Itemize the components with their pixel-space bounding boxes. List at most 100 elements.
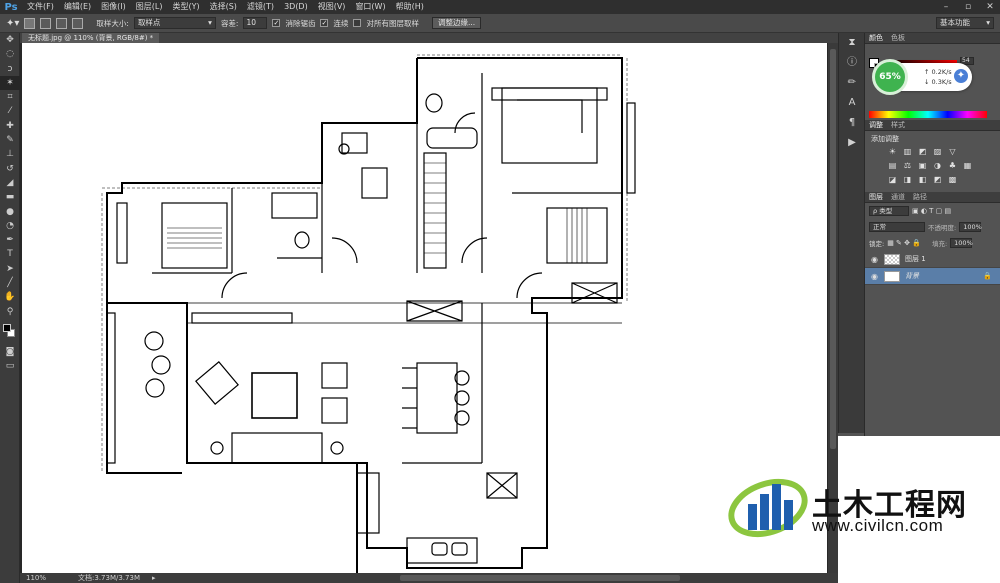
opacity-input[interactable]: 100% xyxy=(959,222,982,232)
blend-mode-select[interactable]: 正常 xyxy=(869,222,925,232)
brush-panel-icon[interactable]: ✏ xyxy=(839,73,865,93)
dodge-tool-icon[interactable]: ◔ xyxy=(0,219,20,233)
menu-edit[interactable]: 编辑(E) xyxy=(59,0,96,14)
antialias-checkbox[interactable]: ✓ xyxy=(272,19,281,27)
gradient-map-icon[interactable]: ▩ xyxy=(947,174,958,185)
healing-tool-icon[interactable]: ✚ xyxy=(0,119,20,133)
history-panel-icon[interactable]: ⧗ xyxy=(839,33,865,53)
sample-size-select[interactable]: 取样点 ▾ xyxy=(133,17,216,29)
menu-help[interactable]: 帮助(H) xyxy=(391,0,429,14)
hue-saturation-icon[interactable]: ▤ xyxy=(887,160,898,171)
marquee-tool-icon[interactable]: ◌ xyxy=(0,47,20,61)
type-tool-icon[interactable]: T xyxy=(0,247,20,261)
menu-image[interactable]: 图像(I) xyxy=(96,0,131,14)
workspace-select[interactable]: 基本功能 ▾ xyxy=(936,17,994,29)
crop-tool-icon[interactable]: ⌗ xyxy=(0,90,20,104)
zoom-tool-icon[interactable]: ⚲ xyxy=(0,305,20,319)
vibrance-icon[interactable]: ▽ xyxy=(947,146,958,157)
layer-row[interactable]: ◉ 图层 1 xyxy=(865,251,1000,268)
color-balance-icon[interactable]: ⚖ xyxy=(902,160,913,171)
blur-tool-icon[interactable]: ● xyxy=(0,205,20,219)
gradient-tool-icon[interactable]: ▬ xyxy=(0,190,20,204)
levels-icon[interactable]: ▥ xyxy=(902,146,913,157)
paragraph-panel-icon[interactable]: ¶ xyxy=(839,113,865,133)
all-layers-checkbox[interactable] xyxy=(353,19,362,27)
eyedropper-tool-icon[interactable]: ⁄ xyxy=(0,104,20,118)
eraser-tool-icon[interactable]: ◢ xyxy=(0,176,20,190)
tab-swatches[interactable]: 色板 xyxy=(891,33,905,43)
character-panel-icon[interactable]: A xyxy=(839,93,865,113)
contiguous-checkbox[interactable]: ✓ xyxy=(320,19,329,27)
vertical-scroll-thumb[interactable] xyxy=(830,49,836,449)
exposure-icon[interactable]: ▨ xyxy=(932,146,943,157)
screen-mode-icon[interactable]: ▭ xyxy=(0,359,20,373)
brightness-icon[interactable]: ☀ xyxy=(887,146,898,157)
subtract-selection-icon[interactable] xyxy=(56,17,68,29)
lock-icons[interactable]: ▦ ✎ ✥ 🔒 xyxy=(887,239,921,247)
color-spectrum[interactable] xyxy=(869,111,987,118)
menu-file[interactable]: 文件(F) xyxy=(22,0,59,14)
menu-window[interactable]: 窗口(W) xyxy=(350,0,390,14)
history-brush-icon[interactable]: ↺ xyxy=(0,162,20,176)
selective-color-icon[interactable]: ◩ xyxy=(932,174,943,185)
lasso-tool-icon[interactable]: ↄ xyxy=(0,62,20,76)
canvas-area[interactable] xyxy=(20,43,838,573)
magic-wand-icon[interactable]: ✦▾ xyxy=(6,18,19,29)
refine-edge-button[interactable]: 调整边缘... xyxy=(431,17,482,29)
filter-icons[interactable]: ▣ ◐ T ▢ ▤ xyxy=(912,207,951,215)
brush-tool-icon[interactable]: ✎ xyxy=(0,133,20,147)
invert-icon[interactable]: ◪ xyxy=(887,174,898,185)
tab-styles[interactable]: 样式 xyxy=(891,120,905,130)
menu-view[interactable]: 视图(V) xyxy=(313,0,351,14)
layer-row-selected[interactable]: ◉ 背景 🔒 xyxy=(865,268,1000,285)
quick-mask-icon[interactable]: ◙ xyxy=(0,345,20,359)
kind-filter-select[interactable]: ρ 类型 xyxy=(869,206,909,216)
photo-filter-icon[interactable]: ◑ xyxy=(932,160,943,171)
menu-3d[interactable]: 3D(D) xyxy=(279,0,313,14)
curves-icon[interactable]: ◩ xyxy=(917,146,928,157)
shape-tool-icon[interactable]: ╱ xyxy=(0,276,20,290)
close-button[interactable]: ✕ xyxy=(984,1,996,13)
zoom-level[interactable]: 110% xyxy=(26,574,46,582)
fill-input[interactable]: 100% xyxy=(950,238,973,248)
pen-tool-icon[interactable]: ✒ xyxy=(0,233,20,247)
layer-name[interactable]: 图层 1 xyxy=(905,254,926,264)
tab-paths[interactable]: 路径 xyxy=(913,192,927,202)
tab-layers[interactable]: 图层 xyxy=(869,192,883,202)
channel-mixer-icon[interactable]: ♣ xyxy=(947,160,958,171)
magic-wand-tool-icon[interactable]: ✶ xyxy=(0,75,20,91)
properties-panel-icon[interactable]: ⓘ xyxy=(839,53,865,73)
maximize-button[interactable]: ▫ xyxy=(962,1,974,13)
menu-select[interactable]: 选择(S) xyxy=(205,0,242,14)
hand-tool-icon[interactable]: ✋ xyxy=(0,290,20,304)
intersect-selection-icon[interactable] xyxy=(72,17,84,29)
menu-type[interactable]: 类型(Y) xyxy=(167,0,204,14)
horizontal-scroll-thumb[interactable] xyxy=(400,575,680,581)
accelerate-icon[interactable]: ✦ xyxy=(954,69,968,83)
floor-plan-image[interactable] xyxy=(22,43,827,573)
menu-filter[interactable]: 滤镜(T) xyxy=(242,0,279,14)
menu-layer[interactable]: 图层(L) xyxy=(131,0,168,14)
stamp-tool-icon[interactable]: ⊥ xyxy=(0,147,20,161)
move-tool-icon[interactable]: ✥ xyxy=(0,33,20,47)
tolerance-input[interactable]: 10 xyxy=(243,17,268,29)
posterize-icon[interactable]: ◨ xyxy=(902,174,913,185)
threshold-icon[interactable]: ◧ xyxy=(917,174,928,185)
status-arrow-icon[interactable]: ▸ xyxy=(152,574,156,582)
new-selection-icon[interactable] xyxy=(24,17,36,29)
foreground-color-swatch[interactable] xyxy=(3,323,11,332)
actions-panel-icon[interactable]: ▶ xyxy=(839,133,865,153)
black-white-icon[interactable]: ▣ xyxy=(917,160,928,171)
network-speed-widget[interactable]: 65% ↑ 0.2K/s ↓ 0.3K/s ✦ xyxy=(872,59,972,95)
add-selection-icon[interactable] xyxy=(40,17,52,29)
eye-icon[interactable]: ◉ xyxy=(871,255,879,264)
minimize-button[interactable]: – xyxy=(940,1,952,13)
tab-adjustments[interactable]: 调整 xyxy=(869,120,883,130)
eye-icon[interactable]: ◉ xyxy=(871,272,879,281)
color-swatches[interactable] xyxy=(0,319,19,345)
layer-name[interactable]: 背景 xyxy=(905,271,919,281)
tab-color[interactable]: 颜色 xyxy=(869,33,883,43)
document-tab[interactable]: 无标题.jpg @ 110% (背景, RGB/8#) * xyxy=(22,33,160,43)
color-lookup-icon[interactable]: ▦ xyxy=(962,160,973,171)
tab-channels[interactable]: 通道 xyxy=(891,192,905,202)
